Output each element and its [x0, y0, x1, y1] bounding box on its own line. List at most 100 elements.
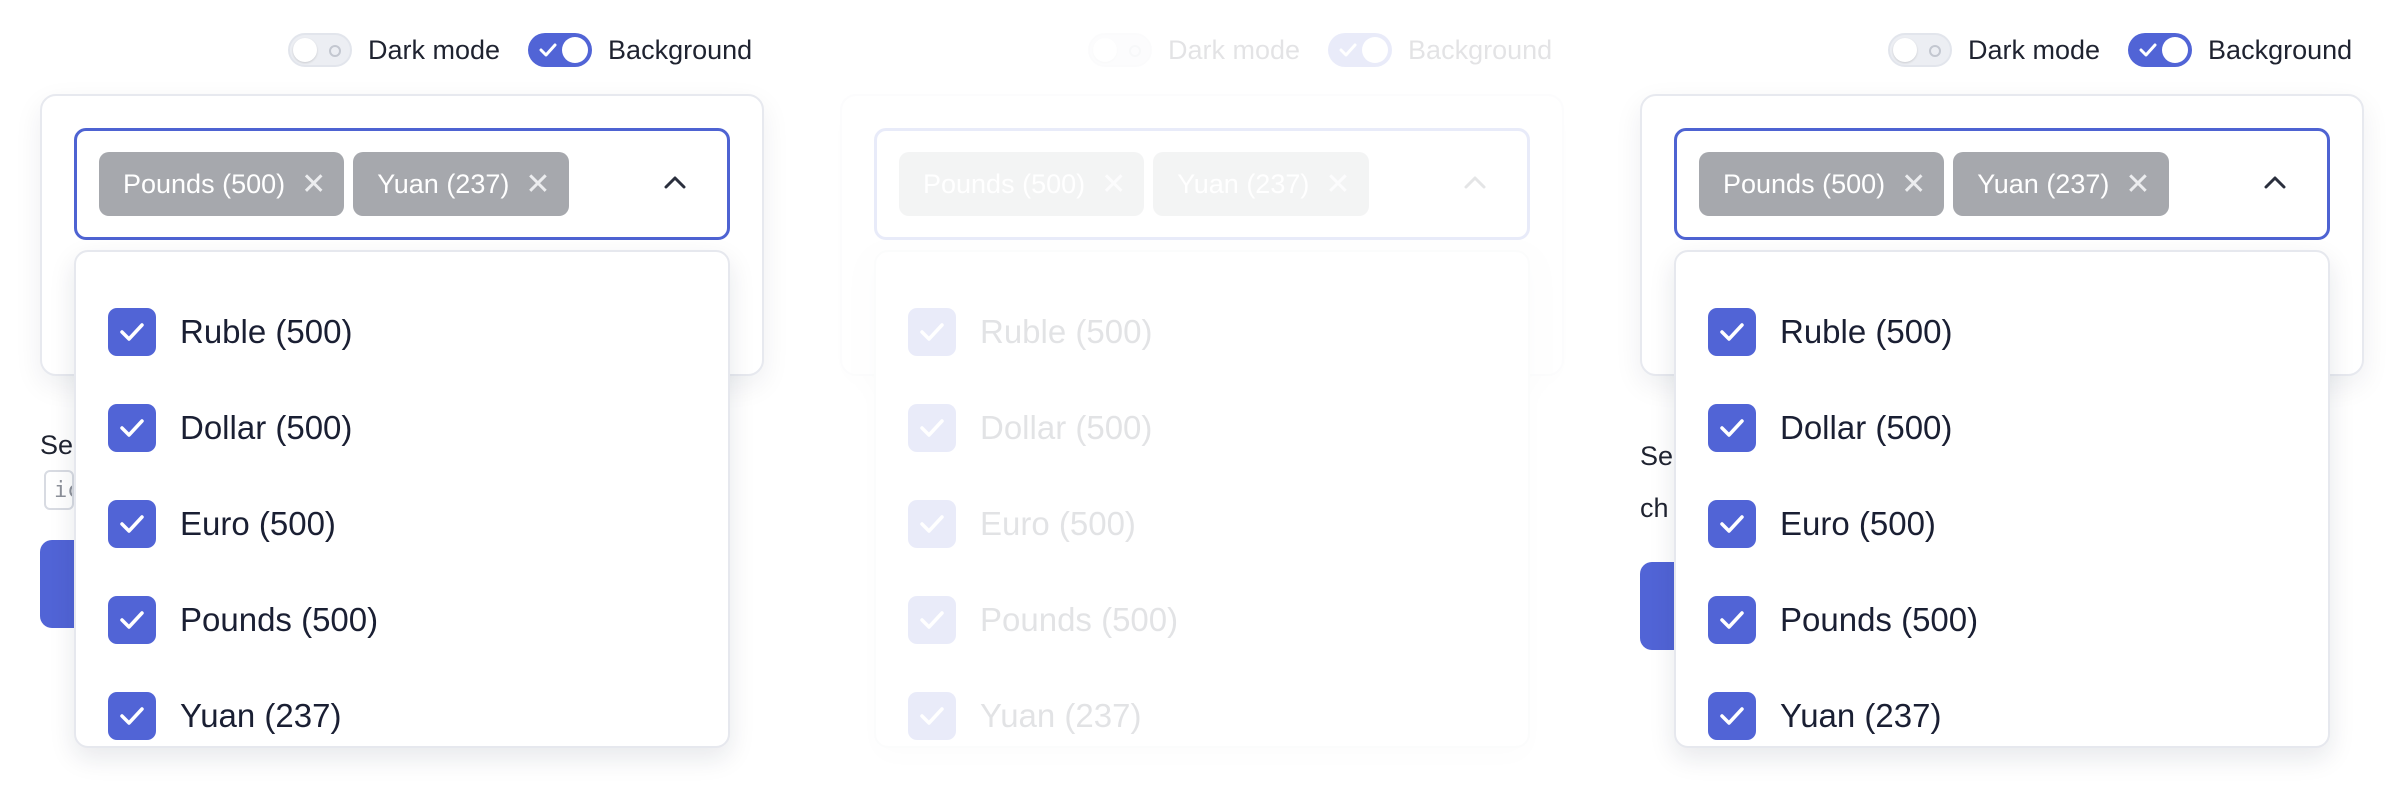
check-icon: [1720, 515, 1744, 533]
option-label: Dollar (500): [180, 409, 353, 446]
selected-chip: Pounds (500) ✕: [99, 152, 345, 216]
remove-chip-icon[interactable]: ✕: [1901, 167, 1926, 202]
option-euro[interactable]: Euro (500): [76, 476, 728, 572]
option-dollar[interactable]: Dollar (500): [76, 380, 728, 476]
option-yuan[interactable]: Yuan (237): [876, 668, 1528, 764]
side-text-line: Se: [1640, 441, 1674, 471]
dark-mode-control: Dark mode: [1088, 33, 1300, 67]
option-label: Ruble (500): [980, 313, 1153, 350]
check-icon: [539, 43, 557, 57]
option-euro[interactable]: Euro (500): [1676, 476, 2328, 572]
checkbox-checked[interactable]: [108, 500, 156, 548]
option-pounds[interactable]: Pounds (500): [1676, 572, 2328, 668]
background-toggle[interactable]: [2128, 33, 2193, 67]
checkbox-checked[interactable]: [908, 500, 956, 548]
option-label: Yuan (237): [180, 697, 342, 734]
off-indicator-icon: [329, 45, 341, 57]
check-icon: [2139, 43, 2157, 57]
checkbox-checked[interactable]: [1708, 500, 1756, 548]
option-yuan[interactable]: Yuan (237): [1676, 668, 2328, 764]
option-label: Dollar (500): [980, 409, 1153, 446]
toggle-knob: [1362, 37, 1389, 63]
checkbox-checked[interactable]: [108, 692, 156, 740]
option-ruble[interactable]: Ruble (500): [76, 284, 728, 380]
option-label: Euro (500): [1780, 505, 1936, 542]
toggle-knob: [1093, 38, 1117, 62]
dark-mode-label: Dark mode: [1168, 34, 1301, 65]
option-dollar[interactable]: Dollar (500): [1676, 380, 2328, 476]
option-pounds[interactable]: Pounds (500): [76, 572, 728, 668]
option-label: Pounds (500): [980, 601, 1179, 638]
check-icon: [920, 515, 944, 533]
checkbox-checked[interactable]: [108, 596, 156, 644]
option-ruble[interactable]: Ruble (500): [1676, 284, 2328, 380]
checkbox-checked[interactable]: [908, 308, 956, 356]
check-icon: [120, 611, 144, 629]
side-text: Se ch: [1640, 430, 1673, 534]
option-label: Ruble (500): [1780, 313, 1953, 350]
chevron-up-icon[interactable]: [2263, 175, 2287, 189]
stage: Dark mode Background Se ic Pounds (500) …: [0, 0, 2400, 800]
checkbox-checked[interactable]: [108, 308, 156, 356]
option-pounds[interactable]: Pounds (500): [876, 572, 1528, 668]
demo-panel-1: Dark mode Background Se ic Pounds (500) …: [0, 0, 800, 800]
dark-mode-toggle[interactable]: [1088, 33, 1152, 67]
off-indicator-icon: [1929, 45, 1941, 57]
check-icon: [120, 707, 144, 725]
chevron-up-icon[interactable]: [1463, 175, 1487, 189]
multiselect-field[interactable]: Pounds (500) ✕ Yuan (237) ✕: [874, 128, 1530, 240]
remove-chip-icon[interactable]: ✕: [525, 167, 550, 202]
checkbox-checked[interactable]: [1708, 404, 1756, 452]
check-icon: [1720, 611, 1744, 629]
option-label: Euro (500): [180, 505, 336, 542]
settings-bar: Dark mode Background: [1888, 32, 2352, 68]
chip-label: Pounds (500): [923, 168, 1086, 199]
checkbox-checked[interactable]: [908, 596, 956, 644]
chip-label: Pounds (500): [1723, 168, 1886, 199]
multiselect-field[interactable]: Pounds (500) ✕ Yuan (237) ✕: [1674, 128, 2330, 240]
dark-mode-toggle[interactable]: [288, 33, 352, 67]
background-label: Background: [608, 34, 753, 65]
chip-label: Pounds (500): [123, 168, 286, 199]
check-icon: [120, 323, 144, 341]
option-yuan[interactable]: Yuan (237): [76, 668, 728, 764]
toggle-knob: [562, 37, 589, 63]
off-indicator-icon: [1129, 45, 1141, 57]
check-icon: [120, 515, 144, 533]
options-dropdown: Ruble (500) Dollar (500) Euro (500) Poun…: [1674, 250, 2330, 748]
checkbox-checked[interactable]: [1708, 596, 1756, 644]
check-icon: [1720, 323, 1744, 341]
chip-label: Yuan (237): [1177, 168, 1310, 199]
options-dropdown: Ruble (500) Dollar (500) Euro (500) Poun…: [874, 250, 1530, 748]
multiselect-field[interactable]: Pounds (500) ✕ Yuan (237) ✕: [74, 128, 730, 240]
checkbox-checked[interactable]: [108, 404, 156, 452]
dark-mode-toggle[interactable]: [1888, 33, 1952, 67]
dark-mode-control: Dark mode: [288, 33, 500, 67]
checkbox-checked[interactable]: [908, 692, 956, 740]
remove-chip-icon[interactable]: ✕: [2125, 167, 2150, 202]
option-dollar[interactable]: Dollar (500): [876, 380, 1528, 476]
chip-label: Yuan (237): [1977, 168, 2110, 199]
remove-chip-icon[interactable]: ✕: [1101, 167, 1126, 202]
option-euro[interactable]: Euro (500): [876, 476, 1528, 572]
check-icon: [920, 323, 944, 341]
options-dropdown: Ruble (500) Dollar (500) Euro (500) Poun…: [74, 250, 730, 748]
check-icon: [920, 419, 944, 437]
option-ruble[interactable]: Ruble (500): [876, 284, 1528, 380]
remove-chip-icon[interactable]: ✕: [1325, 167, 1350, 202]
remove-chip-icon[interactable]: ✕: [301, 167, 326, 202]
checkbox-checked[interactable]: [908, 404, 956, 452]
background-toggle[interactable]: [1328, 33, 1393, 67]
checkbox-checked[interactable]: [1708, 308, 1756, 356]
checkbox-checked[interactable]: [1708, 692, 1756, 740]
background-label: Background: [2208, 34, 2353, 65]
check-icon: [920, 707, 944, 725]
check-icon: [1339, 43, 1357, 57]
toggle-knob: [2162, 37, 2189, 63]
option-label: Dollar (500): [1780, 409, 1953, 446]
side-code-input[interactable]: ic: [44, 470, 74, 510]
chevron-up-icon[interactable]: [663, 175, 687, 189]
background-toggle[interactable]: [528, 33, 593, 67]
option-label: Yuan (237): [980, 697, 1142, 734]
check-icon: [920, 611, 944, 629]
